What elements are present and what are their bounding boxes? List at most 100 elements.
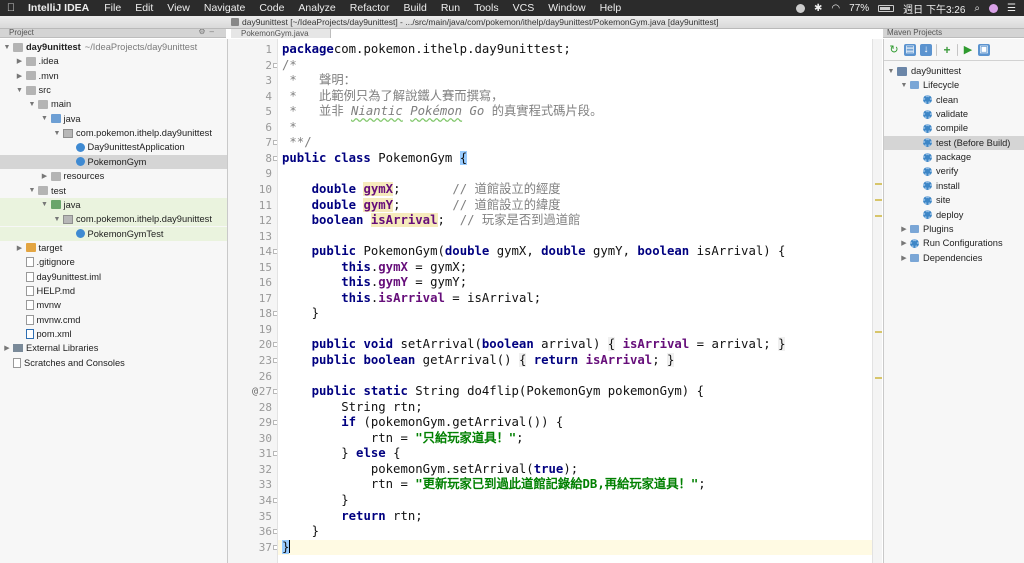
warning-mark[interactable] [875,183,882,185]
chevron-right-icon[interactable]: ▶ [16,57,24,65]
maven-item[interactable]: ▶ Plugins [884,222,1024,236]
code-editor[interactable]: packagecom.pokemon.ithelp.day9unittest; /… [278,39,872,563]
app-menu[interactable]: IntelliJ IDEA [22,2,97,14]
menu-help[interactable]: Help [593,2,629,14]
menu-view[interactable]: View [160,2,197,14]
menu-tools[interactable]: Tools [467,2,506,14]
tree-item[interactable]: ▶ .idea [0,54,227,68]
tree-item[interactable]: ▼ src [0,83,227,97]
menu-edit[interactable]: Edit [128,2,160,14]
chevron-right-icon[interactable]: ▶ [3,344,11,352]
tree-item[interactable]: Day9unittestApplication [0,140,227,154]
menu-build[interactable]: Build [396,2,433,14]
chevron-right-icon[interactable]: ▶ [900,239,908,247]
maven-item[interactable]: deploy [884,208,1024,222]
chevron-right-icon[interactable]: ▶ [900,254,908,262]
tree-item[interactable]: PokemonGym [0,154,227,169]
tree-item[interactable]: ▼ com.pokemon.ithelp.day9unittest [0,126,227,140]
chevron-right-icon[interactable]: ▶ [41,172,49,180]
tree-item[interactable]: ▶ resources [0,169,227,183]
chevron-down-icon[interactable]: ▼ [28,187,36,194]
menu-code[interactable]: Code [252,2,291,14]
tree-item[interactable]: ▼ java [0,112,227,126]
editor-tab[interactable]: PokemonGym.java [231,29,331,38]
status-icon[interactable] [796,3,806,13]
run-icon[interactable]: ▶ [962,44,974,56]
maven-item[interactable]: clean [884,93,1024,107]
warning-mark[interactable] [875,377,882,379]
maven-item[interactable]: ▶ Run Configurations [884,236,1024,250]
menu-window[interactable]: Window [541,2,592,14]
siri-icon[interactable] [989,3,999,13]
tree-item[interactable]: mvnw [0,298,227,312]
refresh-icon[interactable]: ↻ [888,44,900,56]
menu-file[interactable]: File [97,2,128,14]
maven-item[interactable]: package [884,150,1024,164]
maven-item[interactable]: ▶ Dependencies [884,251,1024,265]
tree-item[interactable]: day9unittest.iml [0,270,227,284]
tree-item[interactable]: pom.xml [0,327,227,341]
maven-item[interactable]: ▼ day9unittest [884,64,1024,78]
maven-item[interactable]: ▼ Lifecycle [884,78,1024,92]
tree-item[interactable]: Scratches and Consoles [0,356,227,370]
battery-icon[interactable] [878,4,895,12]
tree-item[interactable]: HELP.md [0,284,227,298]
generate-sources-icon[interactable]: ▤ [904,43,916,56]
tree-item[interactable]: ▶ External Libraries [0,341,227,355]
tree-item[interactable]: ▼ com.pokemon.ithelp.day9unittest [0,212,227,227]
chevron-down-icon[interactable]: ▼ [53,130,61,137]
add-icon[interactable]: + [941,44,953,56]
maven-item[interactable]: site [884,193,1024,207]
tree-item[interactable]: ▼ test [0,184,227,198]
maven-item-label: validate [936,109,969,120]
notification-icon[interactable]: ☰ [1007,3,1016,14]
bluetooth-icon[interactable]: ✱ [814,3,822,14]
maven-item[interactable]: verify [884,164,1024,178]
search-icon[interactable]: ⌕ [974,3,980,14]
maven-item[interactable]: test (Before Build) [884,135,1024,150]
maven-item[interactable]: validate [884,107,1024,121]
folder-orange-icon [25,243,36,253]
hide-icon[interactable]: – [210,29,218,36]
tree-item[interactable]: ▼ main [0,97,227,111]
maven-item[interactable]: compile [884,121,1024,135]
chevron-right-icon[interactable]: ▶ [16,244,24,252]
menu-run[interactable]: Run [434,2,467,14]
apple-icon[interactable]:  [0,2,22,14]
warning-mark[interactable] [875,215,882,217]
menu-vcs[interactable]: VCS [506,2,542,14]
warning-mark[interactable] [875,331,882,333]
chevron-down-icon[interactable]: ▼ [41,201,49,208]
error-stripe[interactable] [872,39,882,563]
menu-navigate[interactable]: Navigate [197,2,252,14]
menu-refactor[interactable]: Refactor [343,2,397,14]
settings-icon[interactable]: ⚙ [198,29,209,36]
chevron-down-icon[interactable]: ▼ [28,101,36,108]
chevron-right-icon[interactable]: ▶ [900,225,908,233]
download-icon[interactable]: ↓ [920,43,932,56]
tree-item[interactable]: ▼ java [0,197,227,212]
maven-item[interactable]: install [884,179,1024,193]
clock[interactable]: 週日 下午3:26 [903,1,965,16]
chevron-down-icon[interactable]: ▼ [16,87,24,94]
tree-item[interactable]: .gitignore [0,255,227,269]
execute-goal-icon[interactable]: ▣ [978,43,990,56]
tree-item[interactable]: ▼ day9unittest ~/IdeaProjects/day9unittest [0,40,227,54]
chevron-down-icon[interactable]: ▼ [53,216,61,223]
line-number: 4 [265,89,272,103]
warning-mark[interactable] [875,199,882,201]
menu-analyze[interactable]: Analyze [291,2,342,14]
chevron-right-icon[interactable]: ▶ [16,72,24,80]
chevron-down-icon[interactable]: ▼ [41,115,49,122]
override-icon[interactable]: @ [252,384,258,399]
tree-item[interactable]: PokemonGymTest [0,226,227,241]
chevron-down-icon[interactable]: ▼ [887,68,895,75]
tree-item[interactable]: ▶ target [0,241,227,255]
wifi-icon[interactable]: ◠ [831,3,840,14]
chevron-down-icon[interactable]: ▼ [900,82,908,89]
line-number: 32 [258,462,272,476]
project-panel-title[interactable]: Project [9,29,34,37]
tree-item[interactable]: mvnw.cmd [0,313,227,327]
chevron-down-icon[interactable]: ▼ [3,44,11,51]
tree-item[interactable]: ▶ .mvn [0,69,227,83]
